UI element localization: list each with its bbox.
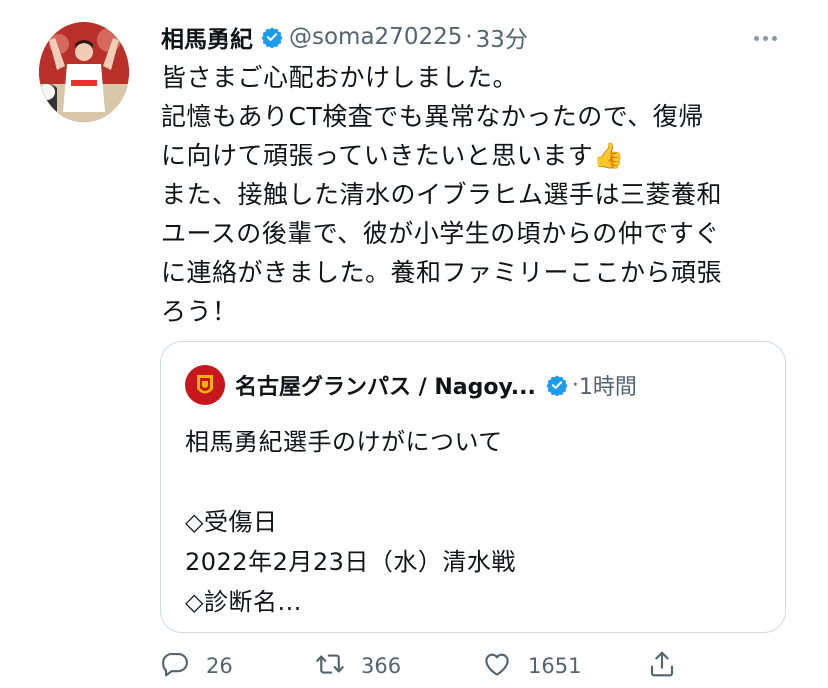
quoted-text-line: ◇受傷日 — [185, 508, 278, 536]
more-icon[interactable] — [754, 33, 784, 43]
retweet-count: 366 — [361, 654, 402, 678]
retweet-button[interactable]: 366 — [315, 648, 401, 684]
verified-badge-icon — [261, 26, 283, 49]
reply-button[interactable]: 26 — [160, 648, 233, 684]
verified-badge-icon — [546, 374, 568, 397]
quoted-text-line — [185, 462, 765, 502]
tweet-text-line: ユースの後輩で、彼が小学生の頃からの仲ですぐ — [161, 219, 720, 248]
like-button[interactable]: 1651 — [482, 648, 581, 684]
tweet-text-line: に連絡がきました。養和ファミリーここから頑張 — [161, 258, 723, 287]
reply-icon — [160, 649, 190, 683]
author-name[interactable]: 相馬勇紀 — [161, 20, 253, 54]
quoted-tweet-header: 名古屋グランパス / Nagoy... · 1時間 — [185, 365, 637, 405]
tweet-text-line: 皆さまご心配おかけしました。 — [161, 63, 519, 92]
quoted-author-avatar[interactable] — [185, 365, 225, 405]
quoted-text-line: 相馬勇紀選手のけがについて — [185, 428, 503, 456]
quoted-author-name[interactable]: 名古屋グランパス / Nagoy... — [235, 369, 536, 401]
tweet-timestamp[interactable]: 33分 — [476, 20, 528, 54]
quoted-tweet-timestamp[interactable]: 1時間 — [579, 369, 637, 401]
tweet-text-line: ろう！ — [161, 297, 238, 326]
tweet-text: 皆さまご心配おかけしました。 記憶もありCT検査でも異常なかったので、復帰 に向… — [161, 58, 801, 331]
author-avatar[interactable] — [39, 22, 129, 122]
tweet-action-bar: 26 366 1651 — [160, 648, 720, 684]
share-icon — [647, 649, 677, 683]
tweet-text-line: 記憶もありCT検査でも異常なかったので、復帰 — [161, 102, 704, 131]
quoted-tweet-text: 相馬勇紀選手のけがについて ◇受傷日 2022年2月23日（水）清水戦 ◇診断名… — [185, 422, 765, 622]
separator-dot: · — [465, 24, 473, 50]
retweet-icon — [315, 649, 345, 683]
share-button[interactable] — [647, 648, 677, 684]
like-count: 1651 — [528, 654, 582, 678]
separator-dot: · — [571, 372, 579, 398]
reply-count: 26 — [206, 654, 233, 678]
tweet-text-line: に向けて頑張っていきたいと思います👍 — [161, 141, 625, 170]
quoted-text-line: ◇診断名... — [185, 588, 302, 616]
like-icon — [482, 649, 512, 683]
quoted-text-line: 2022年2月23日（水）清水戦 — [185, 548, 516, 576]
tweet-text-line: また、接触した清水のイブラヒム選手は三菱養和 — [161, 180, 723, 209]
quoted-tweet-card[interactable]: 名古屋グランパス / Nagoy... · 1時間 相馬勇紀選手のけがについて … — [160, 341, 786, 633]
author-handle[interactable]: @soma270225 — [289, 24, 462, 50]
tweet-header: 相馬勇紀 @soma270225 · 33分 — [161, 20, 528, 54]
